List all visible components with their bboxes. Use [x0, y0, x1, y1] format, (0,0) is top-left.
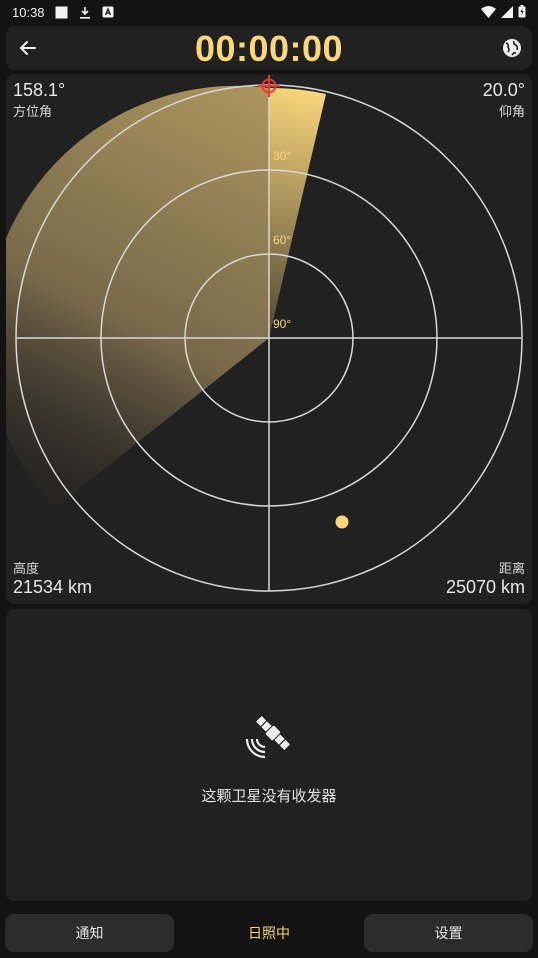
satellite-icon	[245, 716, 290, 759]
sunlit-status: 日照中	[248, 926, 290, 942]
elevation-block: 20.0° 仰角	[483, 80, 525, 120]
app-a-icon	[101, 5, 115, 19]
track-sweep	[6, 85, 269, 508]
radar-panel: 30° 60° 90° 158.1° 方位角 20.0° 仰角 高度 21534…	[6, 74, 532, 604]
globe-button[interactable]	[500, 36, 524, 60]
top-bar: 00:00:00	[6, 26, 532, 70]
track-sweep-edge	[269, 87, 326, 338]
distance-value: 25070 km	[445, 577, 525, 597]
download-icon	[78, 5, 92, 19]
altitude-label: 高度	[13, 561, 40, 576]
ring-label-60: 60°	[273, 233, 291, 247]
azimuth-value: 158.1°	[13, 80, 66, 100]
bottom-nav: 通知 日照中 设置	[0, 912, 538, 956]
pass-timer: 00:00:00	[194, 28, 344, 69]
polar-radar: 30° 60° 90°	[6, 75, 523, 592]
elevation-value: 20.0°	[482, 80, 525, 100]
status-bar: 10:38	[0, 0, 538, 24]
elevation-label: 仰角	[498, 104, 525, 119]
settings-button[interactable]: 设置	[364, 914, 533, 952]
distance-block: 距离 25070 km	[446, 558, 525, 598]
signal-icon	[501, 3, 513, 22]
altitude-value: 21534 km	[13, 577, 93, 597]
globe-icon	[503, 39, 521, 57]
satellite-position-dot	[335, 515, 349, 529]
altitude-block: 高度 21534 km	[13, 558, 92, 598]
distance-label: 距离	[498, 561, 525, 576]
transmitter-panel: 这颗卫星没有收发器	[6, 609, 532, 901]
azimuth-label: 方位角	[13, 104, 53, 119]
wifi-icon	[481, 3, 496, 22]
battery-icon	[518, 3, 526, 22]
square-icon	[55, 5, 69, 19]
azimuth-block: 158.1° 方位角	[13, 80, 65, 120]
notify-button[interactable]: 通知	[5, 914, 174, 952]
no-transmitter-message: 这颗卫星没有收发器	[201, 787, 337, 805]
ring-label-90: 90°	[273, 317, 291, 331]
ring-label-30: 30°	[273, 149, 291, 163]
status-time: 10:38	[12, 4, 45, 20]
